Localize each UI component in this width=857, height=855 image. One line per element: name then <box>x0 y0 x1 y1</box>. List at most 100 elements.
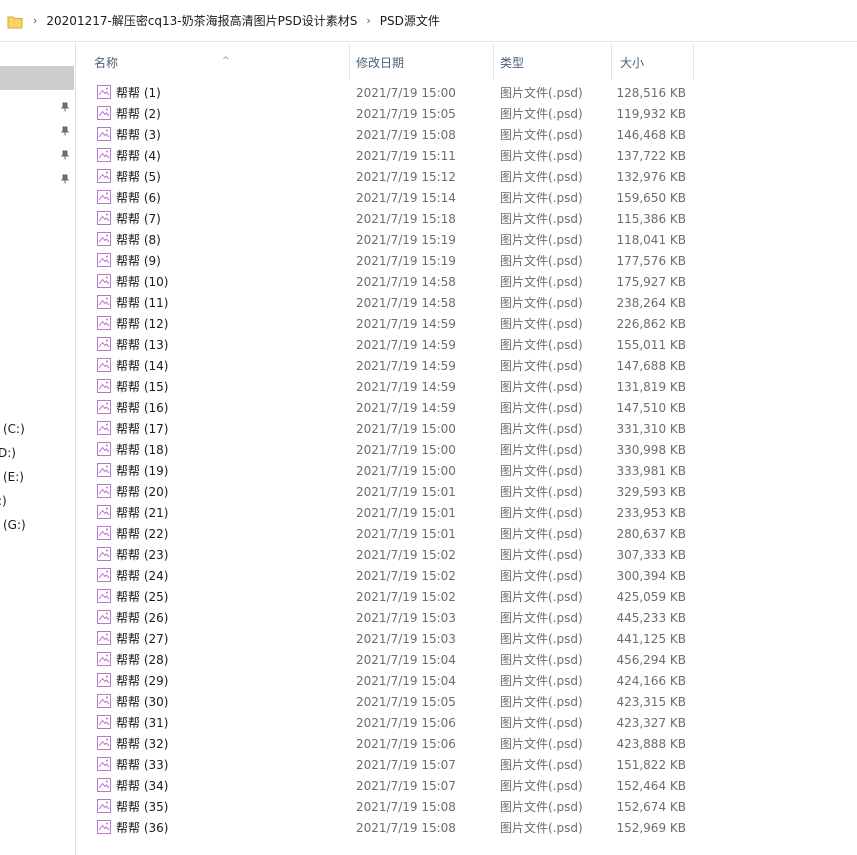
file-row[interactable]: 帮帮 (33) 2021/7/19 15:07 图片文件(.psd) 151,822 … <box>90 754 700 775</box>
file-row[interactable]: 帮帮 (11) 2021/7/19 14:58 图片文件(.psd) 238,264 … <box>90 292 700 313</box>
file-name[interactable]: 帮帮 (16) <box>116 401 168 415</box>
file-name[interactable]: 帮帮 (11) <box>116 296 168 310</box>
drive-f[interactable]: :) <box>0 494 7 508</box>
file-row[interactable]: 帮帮 (1) 2021/7/19 15:00 图片文件(.psd) 128,516 K… <box>90 82 700 103</box>
file-name[interactable]: 帮帮 (18) <box>116 443 168 457</box>
pin-icon[interactable] <box>60 121 70 136</box>
file-size: 155,011 KB <box>616 338 686 352</box>
pin-icon[interactable] <box>60 169 70 184</box>
file-row[interactable]: 帮帮 (25) 2021/7/19 15:02 图片文件(.psd) 425,059 … <box>90 586 700 607</box>
file-row[interactable]: 帮帮 (4) 2021/7/19 15:11 图片文件(.psd) 137,722 K… <box>90 145 700 166</box>
file-row[interactable]: 帮帮 (32) 2021/7/19 15:06 图片文件(.psd) 423,888 … <box>90 733 700 754</box>
drive-d[interactable]: D:) <box>0 446 16 460</box>
file-date: 2021/7/19 15:04 <box>356 674 456 688</box>
file-name[interactable]: 帮帮 (2) <box>116 107 161 121</box>
file-row[interactable]: 帮帮 (7) 2021/7/19 15:18 图片文件(.psd) 115,386 K… <box>90 208 700 229</box>
file-row[interactable]: 帮帮 (20) 2021/7/19 15:01 图片文件(.psd) 329,593 … <box>90 481 700 502</box>
file-row[interactable]: 帮帮 (29) 2021/7/19 15:04 图片文件(.psd) 424,166 … <box>90 670 700 691</box>
file-name[interactable]: 帮帮 (12) <box>116 317 168 331</box>
file-row[interactable]: 帮帮 (18) 2021/7/19 15:00 图片文件(.psd) 330,998 … <box>90 439 700 460</box>
file-name[interactable]: 帮帮 (4) <box>116 149 161 163</box>
file-name[interactable]: 帮帮 (6) <box>116 191 161 205</box>
file-type: 图片文件(.psd) <box>500 674 583 688</box>
file-name[interactable]: 帮帮 (17) <box>116 422 168 436</box>
address-bar[interactable]: › 20201217-解压密cq13-奶茶海报高清图片PSD设计素材S › PS… <box>0 0 857 42</box>
chevron-right-icon[interactable]: › <box>33 14 37 27</box>
file-name[interactable]: 帮帮 (15) <box>116 380 168 394</box>
file-name[interactable]: 帮帮 (35) <box>116 800 168 814</box>
file-row[interactable]: 帮帮 (35) 2021/7/19 15:08 图片文件(.psd) 152,674 … <box>90 796 700 817</box>
drive-e[interactable]: (E:) <box>3 470 24 484</box>
pin-icon[interactable] <box>60 145 70 160</box>
file-name[interactable]: 帮帮 (10) <box>116 275 168 289</box>
column-header-date[interactable]: 修改日期 <box>348 44 494 80</box>
file-row[interactable]: 帮帮 (31) 2021/7/19 15:06 图片文件(.psd) 423,327 … <box>90 712 700 733</box>
file-name[interactable]: 帮帮 (7) <box>116 212 161 226</box>
file-row[interactable]: 帮帮 (6) 2021/7/19 15:14 图片文件(.psd) 159,650 K… <box>90 187 700 208</box>
file-row[interactable]: 帮帮 (34) 2021/7/19 15:07 图片文件(.psd) 152,464 … <box>90 775 700 796</box>
file-size: 425,059 KB <box>616 590 686 604</box>
file-name[interactable]: 帮帮 (36) <box>116 821 168 835</box>
file-row[interactable]: 帮帮 (10) 2021/7/19 14:58 图片文件(.psd) 175,927 … <box>90 271 700 292</box>
column-header-size[interactable]: 大小 <box>612 44 694 80</box>
file-name[interactable]: 帮帮 (19) <box>116 464 168 478</box>
drive-c[interactable]: (C:) <box>3 422 25 436</box>
file-row[interactable]: 帮帮 (28) 2021/7/19 15:04 图片文件(.psd) 456,294 … <box>90 649 700 670</box>
breadcrumb-item-current[interactable]: PSD源文件 <box>380 12 440 29</box>
file-row[interactable]: 帮帮 (22) 2021/7/19 15:01 图片文件(.psd) 280,637 … <box>90 523 700 544</box>
column-header-type[interactable]: 类型 <box>492 44 612 80</box>
file-row[interactable]: 帮帮 (19) 2021/7/19 15:00 图片文件(.psd) 333,981 … <box>90 460 700 481</box>
file-row[interactable]: 帮帮 (5) 2021/7/19 15:12 图片文件(.psd) 132,976 K… <box>90 166 700 187</box>
file-name[interactable]: 帮帮 (20) <box>116 485 168 499</box>
file-name[interactable]: 帮帮 (26) <box>116 611 168 625</box>
psd-file-icon <box>96 651 112 667</box>
pin-icon[interactable] <box>60 97 70 112</box>
file-type: 图片文件(.psd) <box>500 296 583 310</box>
file-row[interactable]: 帮帮 (23) 2021/7/19 15:02 图片文件(.psd) 307,333 … <box>90 544 700 565</box>
file-row[interactable]: 帮帮 (36) 2021/7/19 15:08 图片文件(.psd) 152,969 … <box>90 817 700 838</box>
chevron-right-icon[interactable]: › <box>366 14 370 27</box>
file-row[interactable]: 帮帮 (3) 2021/7/19 15:08 图片文件(.psd) 146,468 K… <box>90 124 700 145</box>
file-name[interactable]: 帮帮 (13) <box>116 338 168 352</box>
file-name[interactable]: 帮帮 (34) <box>116 779 168 793</box>
file-row[interactable]: 帮帮 (13) 2021/7/19 14:59 图片文件(.psd) 155,011 … <box>90 334 700 355</box>
file-row[interactable]: 帮帮 (17) 2021/7/19 15:00 图片文件(.psd) 331,310 … <box>90 418 700 439</box>
file-size: 151,822 KB <box>616 758 686 772</box>
file-name[interactable]: 帮帮 (28) <box>116 653 168 667</box>
file-row[interactable]: 帮帮 (12) 2021/7/19 14:59 图片文件(.psd) 226,862 … <box>90 313 700 334</box>
file-type: 图片文件(.psd) <box>500 569 583 583</box>
file-name[interactable]: 帮帮 (29) <box>116 674 168 688</box>
file-name[interactable]: 帮帮 (1) <box>116 86 161 100</box>
file-name[interactable]: 帮帮 (14) <box>116 359 168 373</box>
drive-g[interactable]: (G:) <box>3 518 26 532</box>
file-row[interactable]: 帮帮 (9) 2021/7/19 15:19 图片文件(.psd) 177,576 K… <box>90 250 700 271</box>
file-name[interactable]: 帮帮 (32) <box>116 737 168 751</box>
file-row[interactable]: 帮帮 (14) 2021/7/19 14:59 图片文件(.psd) 147,688 … <box>90 355 700 376</box>
file-name[interactable]: 帮帮 (5) <box>116 170 161 184</box>
breadcrumb-item-parent[interactable]: 20201217-解压密cq13-奶茶海报高清图片PSD设计素材S <box>46 12 357 29</box>
file-row[interactable]: 帮帮 (30) 2021/7/19 15:05 图片文件(.psd) 423,315 … <box>90 691 700 712</box>
nav-selected-item[interactable] <box>0 66 74 90</box>
file-name[interactable]: 帮帮 (31) <box>116 716 168 730</box>
file-name[interactable]: 帮帮 (8) <box>116 233 161 247</box>
column-header-name[interactable]: 名称 ^ <box>86 44 350 80</box>
file-name[interactable]: 帮帮 (27) <box>116 632 168 646</box>
file-row[interactable]: 帮帮 (21) 2021/7/19 15:01 图片文件(.psd) 233,953 … <box>90 502 700 523</box>
file-name[interactable]: 帮帮 (22) <box>116 527 168 541</box>
file-row[interactable]: 帮帮 (26) 2021/7/19 15:03 图片文件(.psd) 445,233 … <box>90 607 700 628</box>
file-row[interactable]: 帮帮 (24) 2021/7/19 15:02 图片文件(.psd) 300,394 … <box>90 565 700 586</box>
file-size: 146,468 KB <box>616 128 686 142</box>
file-name[interactable]: 帮帮 (23) <box>116 548 168 562</box>
file-name[interactable]: 帮帮 (33) <box>116 758 168 772</box>
file-name[interactable]: 帮帮 (30) <box>116 695 168 709</box>
file-name[interactable]: 帮帮 (9) <box>116 254 161 268</box>
file-row[interactable]: 帮帮 (27) 2021/7/19 15:03 图片文件(.psd) 441,125 … <box>90 628 700 649</box>
file-row[interactable]: 帮帮 (2) 2021/7/19 15:05 图片文件(.psd) 119,932 K… <box>90 103 700 124</box>
file-name[interactable]: 帮帮 (24) <box>116 569 168 583</box>
file-name[interactable]: 帮帮 (25) <box>116 590 168 604</box>
file-row[interactable]: 帮帮 (16) 2021/7/19 14:59 图片文件(.psd) 147,510 … <box>90 397 700 418</box>
file-name[interactable]: 帮帮 (3) <box>116 128 161 142</box>
file-name[interactable]: 帮帮 (21) <box>116 506 168 520</box>
file-row[interactable]: 帮帮 (15) 2021/7/19 14:59 图片文件(.psd) 131,819 … <box>90 376 700 397</box>
file-row[interactable]: 帮帮 (8) 2021/7/19 15:19 图片文件(.psd) 118,041 K… <box>90 229 700 250</box>
